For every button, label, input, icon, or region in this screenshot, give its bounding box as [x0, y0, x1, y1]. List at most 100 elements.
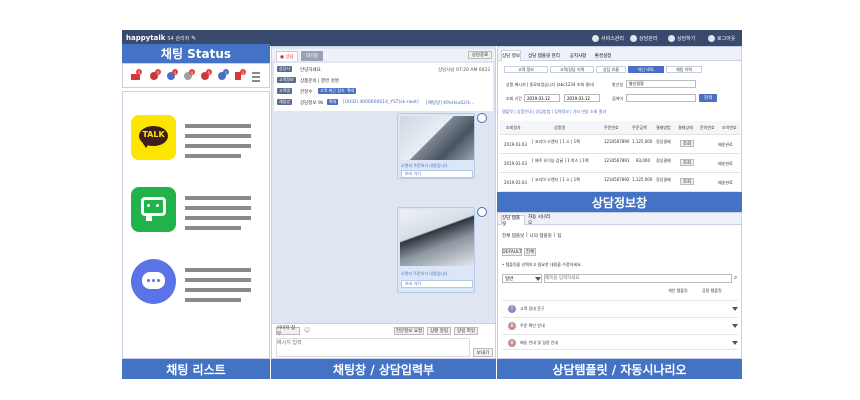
template-item[interactable]: B 배송 안내 및 일정 안내 [502, 334, 738, 350]
nav-service-manage[interactable]: 서비스관리 [592, 34, 624, 42]
col-header: 조회일자 [506, 125, 521, 130]
template-item[interactable]: B 주문 확인 안내 [502, 317, 738, 333]
status-hand-icon[interactable] [235, 69, 246, 80]
badge-count: 1 [174, 71, 176, 75]
status-list-icon[interactable] [252, 72, 260, 82]
subtab-block-url[interactable]: 차단 URL [628, 66, 664, 73]
subtab-chat-history[interactable]: 채팅 이력 [666, 66, 702, 73]
chevron-down-icon [535, 277, 541, 281]
customer-recent-chip[interactable]: 고객 최근 접속 [318, 88, 347, 94]
tab-settings[interactable]: 환경설정 [592, 50, 614, 61]
generic-chat-icon[interactable] [131, 259, 176, 304]
group-mine[interactable]: 나의 템플릿 [530, 233, 552, 239]
all-button[interactable]: 전체 [524, 248, 536, 256]
col-header: 주문번호 [604, 125, 619, 130]
consult-info-panel: 상담 정보 상담 템플릿 관리 공지사항 환경설정 고객 정보 고객/상담 이력… [497, 46, 742, 193]
search-button[interactable]: 검색 [699, 94, 717, 102]
chevron-down-icon[interactable] [732, 341, 738, 345]
search-icon[interactable]: ⌕ [734, 274, 741, 283]
send-date-select[interactable]: 발신일정 [626, 80, 696, 88]
chat-tabs-bar: ● 상담 대기중 상담종료 [272, 49, 495, 61]
image-attach-button[interactable]: 이미지 첨부 [276, 326, 300, 337]
customer-info-text: 상품문의 | 결번 성명 [300, 79, 339, 84]
row-view-button[interactable]: 조회 [680, 159, 694, 166]
cell-status: 배송완료 [718, 142, 733, 147]
group-all[interactable]: 전체 템플릿 [502, 233, 524, 239]
cell-date: 2019.03.03 [504, 180, 527, 185]
end-consult-button[interactable]: 상담종료 [468, 51, 492, 59]
naver-talktalk-icon[interactable] [131, 187, 176, 232]
header-chat-list: 채팅 리스트 [122, 359, 270, 379]
tab-consult-info[interactable]: 상담 정보 [501, 50, 521, 61]
subtab-flow[interactable]: 상담 흐름 [596, 66, 626, 73]
expand-chip[interactable]: 확대 [327, 99, 339, 105]
status-clock-icon[interactable] [201, 69, 212, 80]
personal-template-option[interactable]: 개인 템플릿 [668, 288, 688, 294]
shared-template-option[interactable]: 공용 템플릿 [702, 288, 722, 294]
alert-file-button[interactable]: 알림 파일 [454, 327, 478, 335]
default-button[interactable]: DEFAULT [502, 248, 522, 256]
tag-customer-name: 고객명 [277, 88, 293, 94]
edit-icon[interactable]: ✎ [191, 35, 196, 42]
badge-count: 1 [225, 71, 227, 75]
subtab-history[interactable]: 고객/상담 이력 [550, 66, 594, 73]
subtab-customer-info[interactable]: 고객 정보 [504, 66, 548, 73]
table-row[interactable]: 2019.03.03 [ 제주 유기농 감귤 ] 1 박스 | 1팩 12345… [500, 154, 740, 173]
request-info-button[interactable]: 전문정보 요청 [394, 327, 424, 335]
flag-icon [668, 34, 675, 42]
start-date-input[interactable]: 2019.03.12 [524, 94, 560, 102]
list-line [185, 268, 251, 272]
message-input[interactable] [276, 338, 470, 357]
chat-list-panel: TALK [122, 91, 270, 359]
tag-customer-info: 고객정보 [277, 77, 296, 83]
brand[interactable]: happytalk S4 관리자 ✎ [126, 34, 196, 42]
card-view-button[interactable]: 보러 가기 [401, 170, 473, 178]
list-line [185, 144, 251, 148]
tab-template-manage[interactable]: 상담 템플릿 관리 [524, 50, 564, 61]
template-panel: 상담 템플릿 자동 시나리오 전체 템플릿 | 나의 템플릿 | 팀 DEFAULT… [497, 212, 742, 359]
nav-logout[interactable]: 로그아웃 [708, 34, 735, 42]
nav-consult-manage[interactable]: 상담관리 [630, 34, 657, 42]
nav-consult-start[interactable]: 상담하기 [668, 34, 695, 42]
chevron-down-icon[interactable] [732, 307, 738, 311]
end-date-input[interactable]: 2019.03.12 [564, 94, 600, 102]
expand-chip[interactable]: 확대 [345, 88, 357, 94]
keyword-input[interactable] [626, 94, 696, 102]
tab-auto-scenario[interactable]: 자동 시나리오 [528, 215, 554, 226]
template-item[interactable]: T 고객 응대 문구 [502, 300, 738, 316]
status-alert-button[interactable]: 상황 알림 [427, 327, 451, 335]
list-line [185, 216, 251, 220]
tab-waiting[interactable]: 대기중 [301, 51, 323, 61]
table-row[interactable]: 2019.03.03 [ 코리아 오렌지 ] 1 소 | 1팩 12345678… [500, 173, 740, 192]
cell-payment: 정상결제 [656, 139, 671, 144]
template-groups: 전체 템플릿 | 나의 템플릿 | 팀 [502, 233, 562, 239]
status-user-icon[interactable] [218, 69, 229, 80]
status-star-icon[interactable] [184, 69, 195, 80]
status-message-icon[interactable] [131, 69, 142, 80]
header-consult-info: 상담정보창 [497, 192, 742, 212]
status-bell-icon[interactable] [150, 69, 161, 80]
agent-timestamp: 상담사님 07:20 AM 0022 [438, 68, 491, 73]
table-row[interactable]: 2019.03.03 [ 코리아 오렌지 ] 1 소 | 1팩 12345678… [500, 135, 740, 154]
chevron-down-icon[interactable] [732, 324, 738, 328]
tag-chatroom: 채팅방 [277, 99, 293, 105]
tab-consult[interactable]: ● 상담 [276, 51, 298, 61]
row-view-button[interactable]: 조회 [680, 178, 694, 185]
cell-amount: 1,125,000 [632, 177, 653, 182]
tab-consult-template[interactable]: 상담 템플릿 [501, 215, 525, 227]
list-line [185, 196, 251, 200]
template-search-input[interactable] [544, 274, 732, 283]
col-header: 결제상태 [678, 125, 693, 130]
chatroom-id: [채팅방] KPoHsu62/k... [426, 101, 475, 106]
cell-payment: 정상결제 [656, 158, 671, 163]
send-button[interactable]: 보내기 [473, 348, 493, 357]
row-view-button[interactable]: 조회 [680, 140, 694, 147]
card-view-button[interactable]: 보러 가기 [401, 280, 473, 288]
badge-count: 2 [157, 71, 159, 75]
group-team[interactable]: 팀 [557, 233, 561, 239]
kakaotalk-icon[interactable]: TALK [131, 115, 176, 160]
status-chat-icon[interactable] [167, 69, 178, 80]
badge-count: 5 [208, 71, 210, 75]
tab-notice[interactable]: 공지사항 [567, 50, 589, 61]
emoji-icon[interactable]: ☺ [304, 327, 314, 335]
